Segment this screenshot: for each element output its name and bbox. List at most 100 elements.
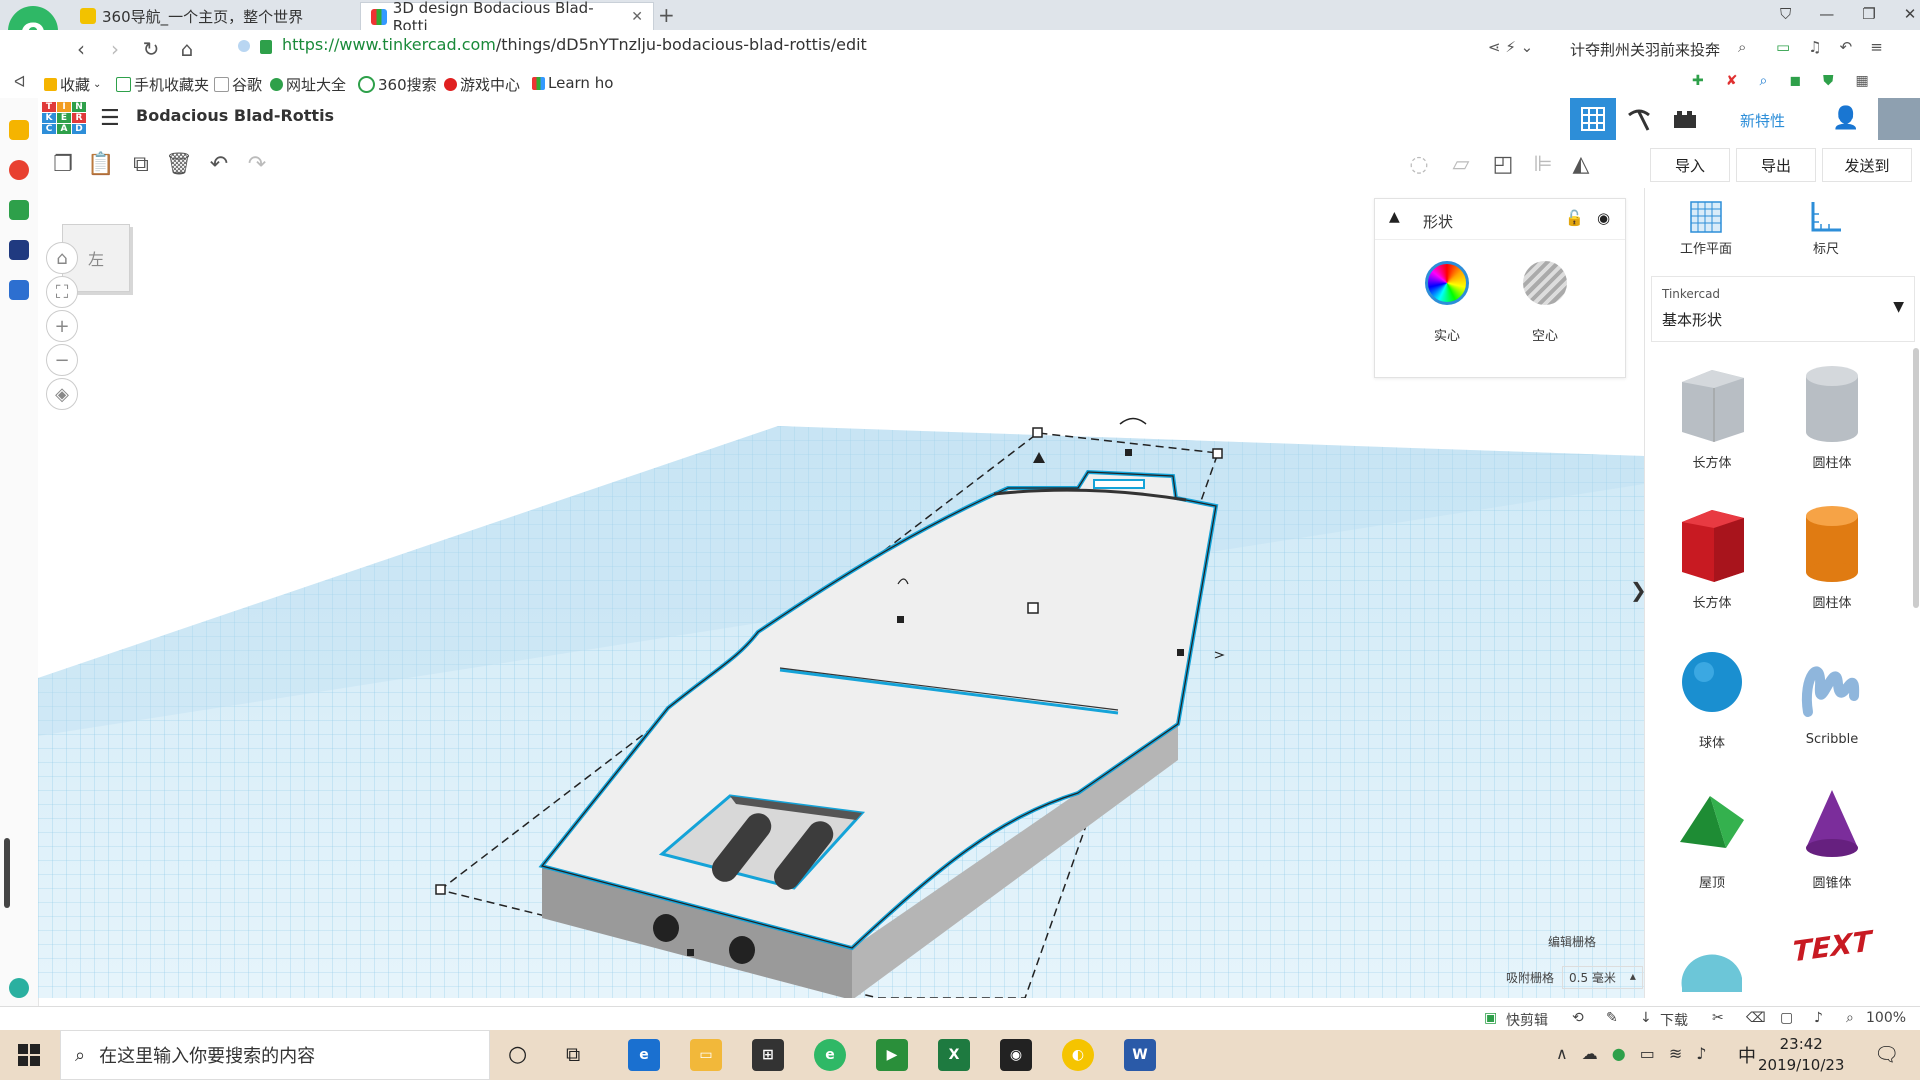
rotate-handle-icon[interactable] [1119,417,1147,425]
media-player-icon[interactable]: ▶ [876,1039,908,1071]
snap-grid-select[interactable]: 0.5 毫米 ▴ [1562,966,1643,989]
avatar[interactable] [1878,98,1920,140]
headphone-icon[interactable]: ♫ [1808,38,1821,56]
shape-box-hole[interactable]: 长方体 [1657,352,1767,472]
maximize-icon[interactable]: ❐ [1862,5,1875,23]
height-handle[interactable] [1027,602,1039,614]
site-info-icon[interactable] [238,40,250,52]
edge-handle[interactable] [1125,449,1132,456]
paste-icon[interactable]: 📋 [86,149,116,179]
close-tab-icon[interactable]: ✕ [631,9,643,25]
resize-handle[interactable] [1032,427,1043,438]
home-view-icon[interactable]: ⌂ [46,242,78,274]
sidebar-toggle-icon[interactable]: ᐊ [14,73,26,91]
blocks-view-tab[interactable] [1616,98,1662,140]
search-icon[interactable]: ⌕ [1738,38,1746,56]
clip-icon[interactable]: ▣ [1484,1010,1497,1026]
panel-scrollbar[interactable] [1913,348,1919,608]
rail-scrollbar[interactable] [4,838,10,908]
cortana-icon[interactable]: ○ [508,1042,527,1067]
shape-box[interactable]: 长方体 [1657,492,1767,612]
design-title[interactable]: Bodacious Blad-Rottis [136,106,334,125]
shirt-icon[interactable]: ⛉ [1780,5,1791,23]
tinkercad-logo[interactable]: T I N K E R C A D [42,102,86,134]
undo-icon[interactable]: ↶ [204,149,234,179]
note-icon[interactable]: ▱ [1446,149,1476,179]
shape-cylinder[interactable]: 圆柱体 [1777,492,1887,612]
hole-swatch[interactable] [1523,261,1567,305]
bookmark-games[interactable]: 游戏中心 [444,74,520,95]
360-tray-icon[interactable]: ● [1612,1044,1626,1063]
menu-icon[interactable]: ≡ [1870,38,1883,56]
ruler-tool[interactable]: 标尺 [1771,200,1881,257]
extension-grid-icon[interactable]: ▦ [1855,73,1868,89]
wifi-icon[interactable]: ≋ [1669,1044,1682,1063]
extension-shield-icon[interactable]: ⛊ [1823,73,1834,89]
close-window-icon[interactable]: ✕ [1904,5,1917,23]
add-icon[interactable] [9,978,29,998]
resize-handle[interactable] [435,884,446,895]
bookmark-google[interactable]: 谷歌 [214,74,262,95]
tab-tinkercad[interactable]: 3D design Bodacious Blad-Rotti ✕ [360,0,654,35]
home-icon[interactable]: ⌂ [174,36,200,62]
visibility-bulb-icon[interactable]: ◉ [1597,209,1610,227]
excel-icon[interactable]: X [938,1039,970,1071]
360-browser-icon[interactable]: e [814,1039,846,1071]
perspective-icon[interactable]: ◈ [46,378,78,410]
edge-icon[interactable]: e [628,1039,660,1071]
tools-icon[interactable]: ✎ [1606,1010,1618,1026]
tray-expand-icon[interactable]: ∧ [1556,1044,1568,1063]
system-clock[interactable]: 23:42 2019/10/23 [1758,1034,1844,1076]
sync-icon[interactable]: ⟲ [1572,1010,1584,1026]
news-icon[interactable] [9,240,29,260]
screenshot-icon[interactable]: ✂ [1712,1010,1724,1026]
zoom-icon[interactable]: ⌕ [1846,1010,1854,1026]
collapse-icon[interactable]: ▲ [1389,209,1400,225]
tab-360-home[interactable]: 360导航_一个主页，整个世界 [70,2,358,30]
bookmark-sites[interactable]: 网址大全 [270,74,346,95]
solid-color-swatch[interactable] [1425,261,1469,305]
group-icon[interactable]: ◰ [1488,149,1518,179]
bookmark-learn[interactable]: Learn ho [532,74,613,92]
panel-collapse-icon[interactable]: ❯ [1630,578,1644,602]
light-icon[interactable]: ◌ [1404,149,1434,179]
bookmark-favorites[interactable]: 收藏 ⌄ [44,74,101,95]
battery-icon[interactable]: ▭ [1776,38,1790,56]
zoom-out-icon[interactable]: − [46,344,78,376]
document-icon[interactable] [9,280,29,300]
zoom-level[interactable]: 100% [1866,1010,1906,1026]
extension-search-icon[interactable]: ⌕ [1759,73,1767,89]
windows-start-icon[interactable] [18,1044,40,1070]
news-ticker[interactable]: 计夺荆州关羽前来投奔 [1570,39,1720,60]
notification-icon[interactable]: 🗨 [1874,1042,1899,1066]
speaker-icon[interactable]: ♪ [1696,1044,1706,1063]
send-to-button[interactable]: 发送到 [1822,148,1912,182]
nvidia-icon[interactable]: ◉ [1000,1039,1032,1071]
shape-cone[interactable]: 圆锥体 [1777,772,1887,892]
shape-library-select[interactable]: Tinkercad 基本形状 ▼ [1651,276,1915,342]
shape-text[interactable]: TEXT [1777,912,1887,992]
bookmark-mobile[interactable]: 手机收藏夹 [116,74,209,95]
minimize-icon[interactable]: — [1819,5,1834,23]
back-icon[interactable]: ‹ [68,36,94,62]
zoom-in-icon[interactable]: + [46,310,78,342]
redo-icon[interactable]: ↷ [242,149,272,179]
add-user-icon[interactable]: 👤 [1832,106,1859,131]
forward-icon[interactable]: › [102,36,128,62]
new-features-link[interactable]: 新特性 [1740,110,1785,131]
align-icon[interactable]: ⊫ [1528,149,1558,179]
reload-icon[interactable]: ↻ [138,36,164,62]
share-icon[interactable]: ⋖ ⚡ ⌄ [1488,38,1533,56]
shape-roof[interactable]: 屋顶 [1657,772,1767,892]
shape-sphere[interactable]: 球体 [1657,632,1767,752]
download-button[interactable]: 下载 [1660,1010,1688,1030]
bricks-view-tab[interactable] [1662,98,1708,140]
new-tab-button[interactable]: + [658,3,675,27]
edge-handle[interactable] [897,616,904,623]
onedrive-icon[interactable]: ☁ [1582,1044,1598,1063]
mirror-icon[interactable]: ◭ [1566,149,1596,179]
shape-half-cylinder[interactable] [1657,912,1767,992]
task-view-icon[interactable]: ⧉ [566,1042,580,1066]
design-list-icon[interactable]: ☰ [100,106,120,131]
delete-icon[interactable]: 🗑 [164,149,194,179]
